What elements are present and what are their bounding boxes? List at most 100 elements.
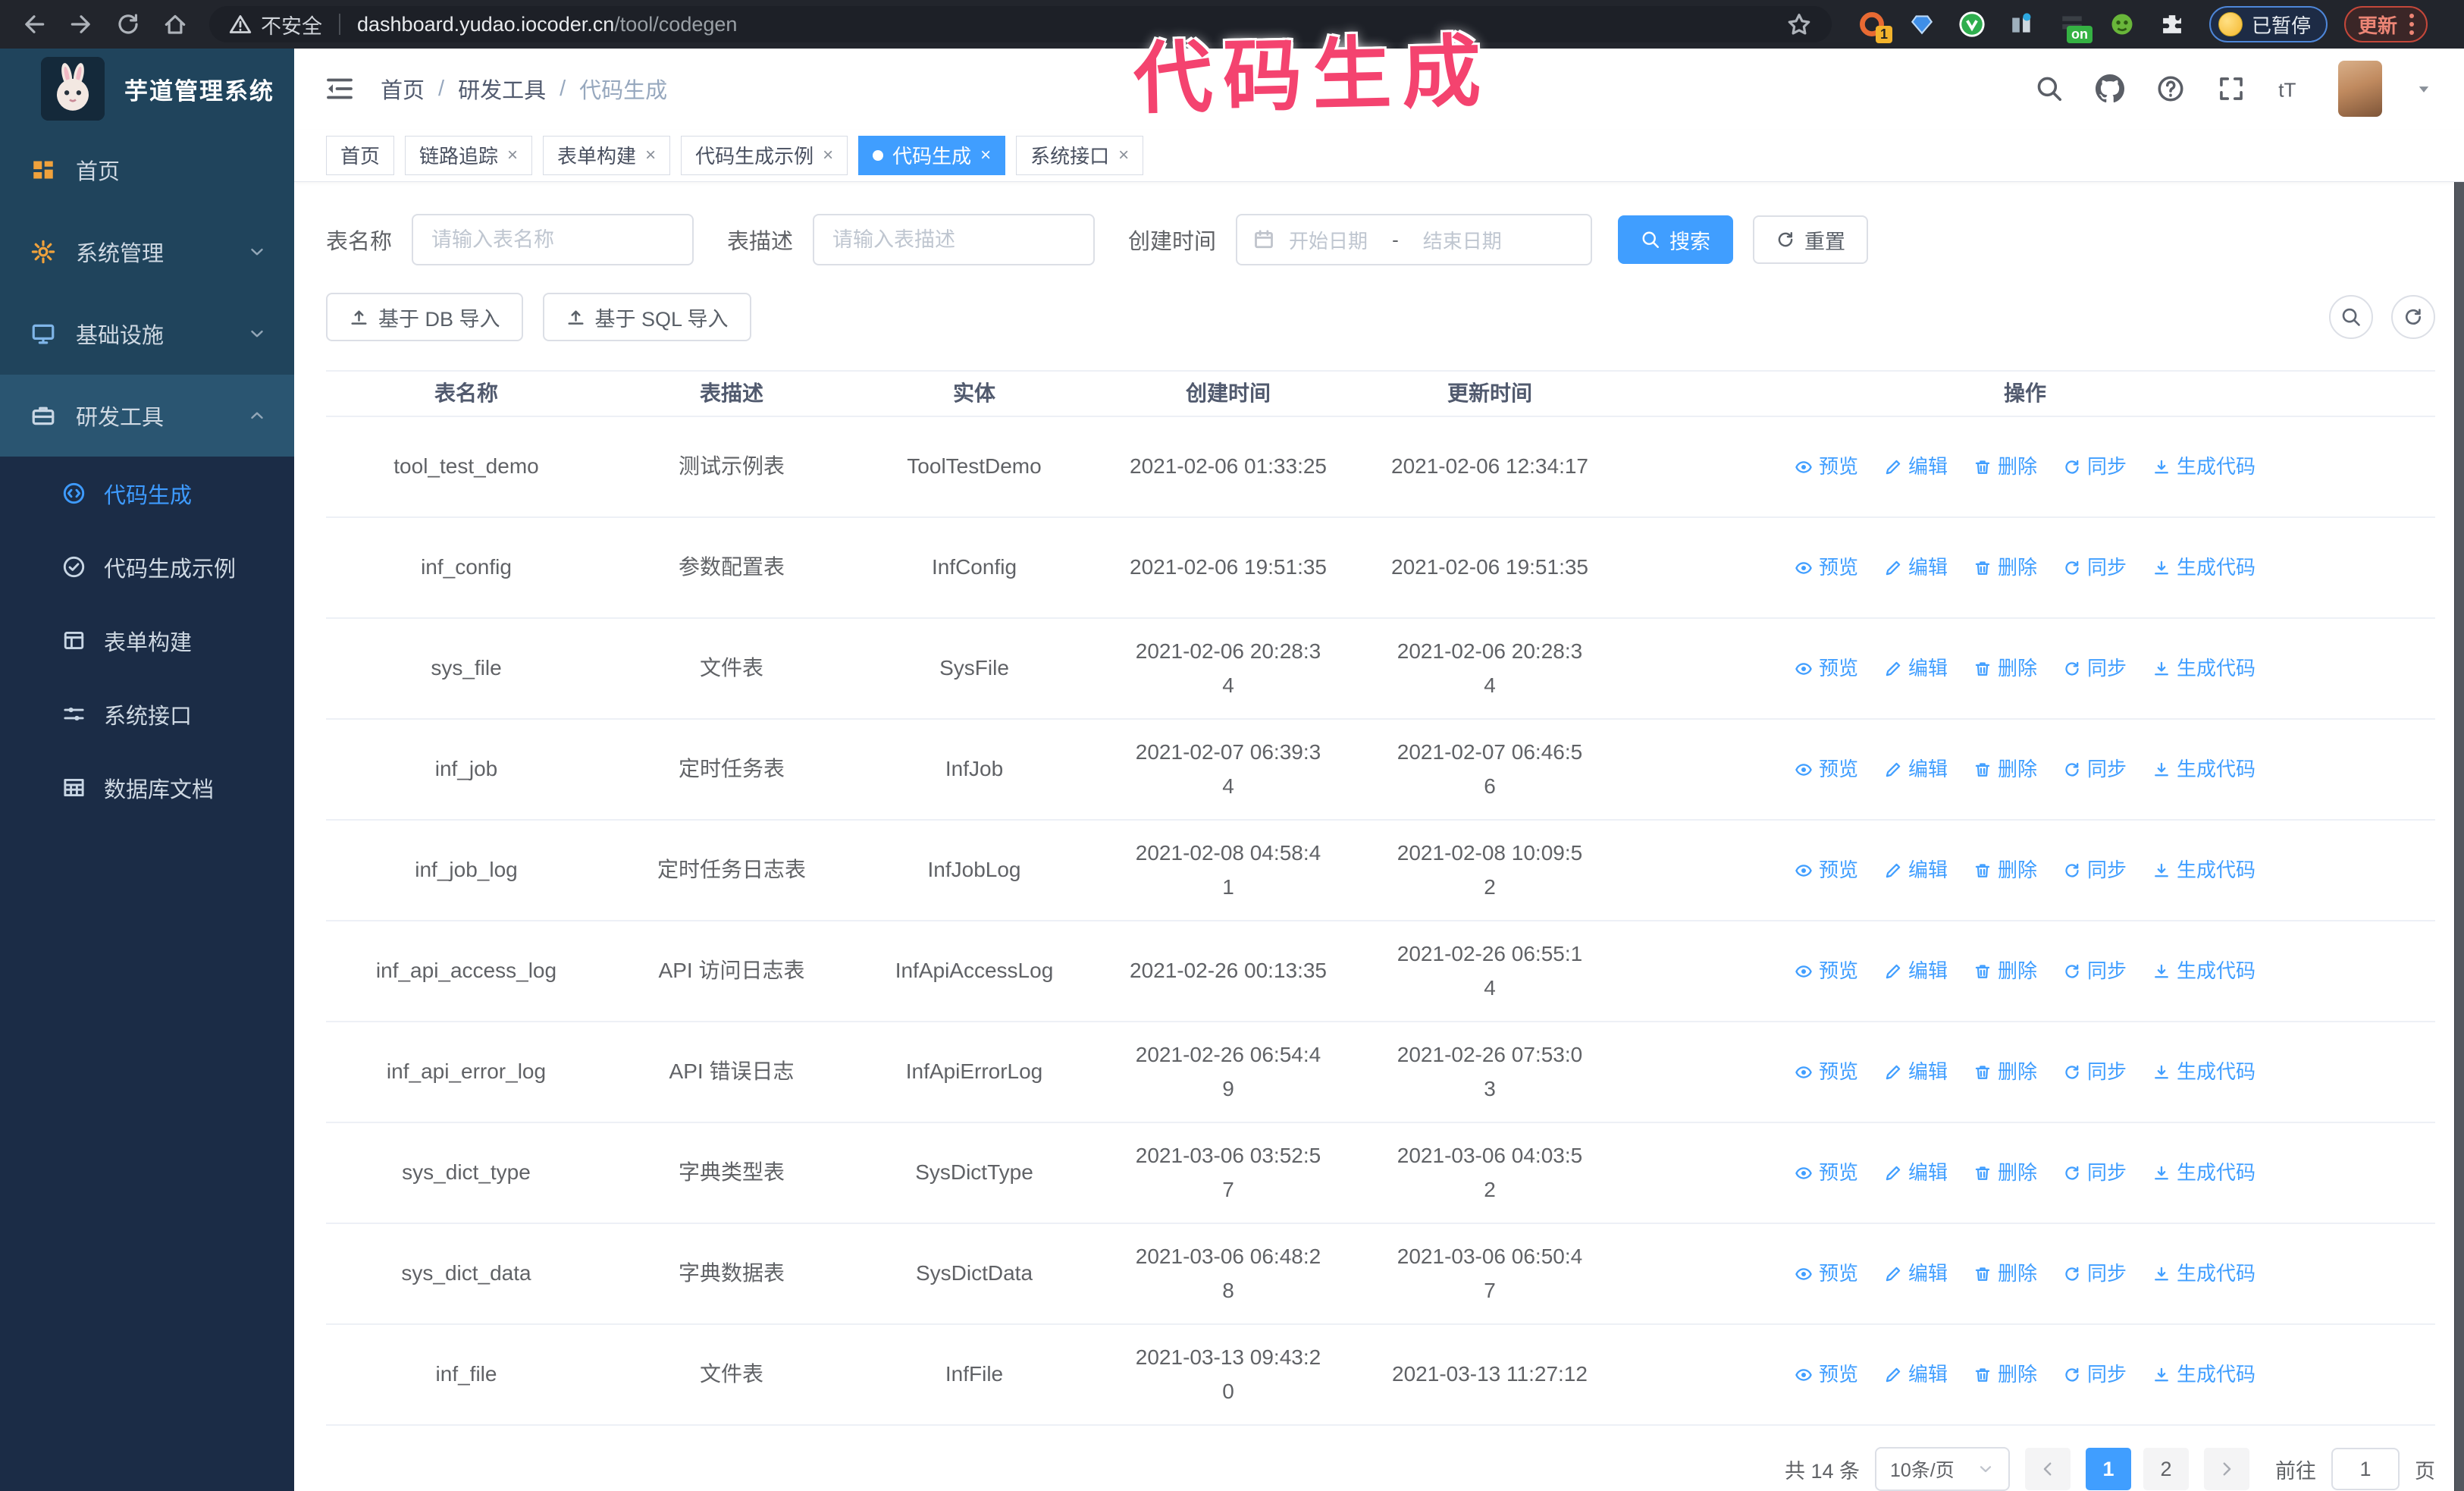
action-sync-link[interactable]: 同步 bbox=[2063, 1359, 2127, 1391]
sidebar-item-dashboard[interactable]: 首页 bbox=[0, 129, 294, 211]
action-sync-link[interactable]: 同步 bbox=[2063, 451, 2127, 483]
action-download-link[interactable]: 生成代码 bbox=[2152, 653, 2256, 685]
extensions-puzzle-icon[interactable] bbox=[2158, 10, 2187, 39]
submenu-item-dbdoc[interactable]: 数据库文档 bbox=[0, 751, 294, 824]
action-eye-link[interactable]: 预览 bbox=[1795, 552, 1858, 584]
tab-close-icon[interactable]: × bbox=[823, 145, 833, 166]
action-sync-link[interactable]: 同步 bbox=[2063, 855, 2127, 887]
action-download-link[interactable]: 生成代码 bbox=[2152, 1157, 2256, 1189]
action-sync-link[interactable]: 同步 bbox=[2063, 552, 2127, 584]
action-delete-link[interactable]: 删除 bbox=[1973, 1056, 2037, 1088]
action-sync-link[interactable]: 同步 bbox=[2063, 1258, 2127, 1290]
tab-close-icon[interactable]: × bbox=[980, 145, 991, 166]
action-edit-link[interactable]: 编辑 bbox=[1884, 1056, 1948, 1088]
next-page-button[interactable] bbox=[2204, 1448, 2249, 1490]
action-eye-link[interactable]: 预览 bbox=[1795, 754, 1858, 786]
submenu-item-api[interactable]: 系统接口 bbox=[0, 677, 294, 751]
browser-back-icon[interactable] bbox=[17, 7, 52, 42]
action-sync-link[interactable]: 同步 bbox=[2063, 956, 2127, 987]
browser-home-icon[interactable] bbox=[158, 7, 193, 42]
tab-close-icon[interactable]: × bbox=[1118, 145, 1129, 166]
action-eye-link[interactable]: 预览 bbox=[1795, 956, 1858, 987]
page-button-2[interactable]: 2 bbox=[2143, 1448, 2189, 1490]
date-range-picker[interactable]: 开始日期 - 结束日期 bbox=[1236, 214, 1593, 265]
address-bar[interactable]: 不安全 dashboard.yudao.iocoder.cn/tool/code… bbox=[209, 6, 1832, 42]
action-eye-link[interactable]: 预览 bbox=[1795, 451, 1858, 483]
breadcrumb-home[interactable]: 首页 bbox=[381, 73, 425, 105]
browser-menu-kebab-icon[interactable] bbox=[2409, 14, 2415, 35]
action-download-link[interactable]: 生成代码 bbox=[2152, 1359, 2256, 1391]
action-delete-link[interactable]: 删除 bbox=[1973, 956, 2037, 987]
paused-chip[interactable]: 已暂停 bbox=[2209, 6, 2328, 42]
action-download-link[interactable]: 生成代码 bbox=[2152, 1258, 2256, 1290]
action-delete-link[interactable]: 删除 bbox=[1973, 855, 2037, 887]
extension-orange-ring-icon[interactable]: 1 bbox=[1857, 10, 1892, 43]
extension-gem-icon[interactable] bbox=[1908, 10, 1936, 39]
font-size-icon[interactable]: tT bbox=[2277, 74, 2306, 103]
extension-proxy-icon[interactable]: on bbox=[2058, 10, 2093, 43]
action-edit-link[interactable]: 编辑 bbox=[1884, 653, 1948, 685]
fullscreen-icon[interactable] bbox=[2217, 74, 2246, 103]
action-delete-link[interactable]: 删除 bbox=[1973, 653, 2037, 685]
action-delete-link[interactable]: 删除 bbox=[1973, 1258, 2037, 1290]
action-edit-link[interactable]: 编辑 bbox=[1884, 1157, 1948, 1189]
breadcrumb-tools[interactable]: 研发工具 bbox=[458, 73, 546, 105]
db-import-button[interactable]: 基于 DB 导入 bbox=[326, 293, 523, 341]
search-icon[interactable] bbox=[2035, 74, 2064, 103]
action-delete-link[interactable]: 删除 bbox=[1973, 451, 2037, 483]
browser-forward-icon[interactable] bbox=[64, 7, 99, 42]
action-download-link[interactable]: 生成代码 bbox=[2152, 754, 2256, 786]
table-name-input[interactable] bbox=[412, 214, 694, 265]
page-button-1[interactable]: 1 bbox=[2086, 1448, 2131, 1490]
tab-首页[interactable]: 首页 bbox=[326, 135, 395, 175]
action-download-link[interactable]: 生成代码 bbox=[2152, 855, 2256, 887]
action-edit-link[interactable]: 编辑 bbox=[1884, 956, 1948, 987]
browser-update-button[interactable]: 更新 bbox=[2344, 6, 2428, 42]
tab-表单构建[interactable]: 表单构建 × bbox=[543, 135, 671, 175]
toggle-search-icon[interactable] bbox=[2329, 295, 2373, 339]
extension-columns-icon[interactable] bbox=[2008, 10, 2036, 39]
extension-monkey-icon[interactable] bbox=[2108, 10, 2136, 39]
tab-代码生成示例[interactable]: 代码生成示例 × bbox=[681, 135, 848, 175]
action-sync-link[interactable]: 同步 bbox=[2063, 754, 2127, 786]
sidebar-item-gear[interactable]: 系统管理 bbox=[0, 211, 294, 293]
action-eye-link[interactable]: 预览 bbox=[1795, 1056, 1858, 1088]
table-desc-input[interactable] bbox=[813, 214, 1096, 265]
goto-page-input[interactable] bbox=[2331, 1448, 2400, 1490]
hamburger-icon[interactable] bbox=[324, 74, 355, 104]
sql-import-button[interactable]: 基于 SQL 导入 bbox=[542, 293, 751, 341]
submenu-item-example[interactable]: 代码生成示例 bbox=[0, 530, 294, 604]
user-avatar[interactable] bbox=[2338, 61, 2382, 118]
sidebar-item-tools[interactable]: 研发工具 bbox=[0, 375, 294, 457]
action-delete-link[interactable]: 删除 bbox=[1973, 1359, 2037, 1391]
tab-链路追踪[interactable]: 链路追踪 × bbox=[405, 135, 533, 175]
bookmark-star-icon[interactable] bbox=[1786, 11, 1812, 37]
tab-系统接口[interactable]: 系统接口 × bbox=[1016, 135, 1144, 175]
action-download-link[interactable]: 生成代码 bbox=[2152, 956, 2256, 987]
action-delete-link[interactable]: 删除 bbox=[1973, 754, 2037, 786]
action-download-link[interactable]: 生成代码 bbox=[2152, 552, 2256, 584]
github-icon[interactable] bbox=[2096, 74, 2124, 103]
security-warning[interactable]: 不安全 bbox=[229, 10, 322, 39]
action-download-link[interactable]: 生成代码 bbox=[2152, 1056, 2256, 1088]
tab-close-icon[interactable]: × bbox=[645, 145, 656, 166]
avatar-caret-icon[interactable] bbox=[2414, 79, 2434, 99]
action-edit-link[interactable]: 编辑 bbox=[1884, 1359, 1948, 1391]
action-sync-link[interactable]: 同步 bbox=[2063, 1056, 2127, 1088]
browser-reload-icon[interactable] bbox=[111, 7, 146, 42]
action-edit-link[interactable]: 编辑 bbox=[1884, 754, 1948, 786]
page-size-select[interactable]: 10条/页 bbox=[1875, 1447, 2010, 1491]
submenu-item-code[interactable]: 代码生成 bbox=[0, 457, 294, 530]
prev-page-button[interactable] bbox=[2025, 1448, 2071, 1490]
action-edit-link[interactable]: 编辑 bbox=[1884, 855, 1948, 887]
tab-close-icon[interactable]: × bbox=[507, 145, 518, 166]
action-sync-link[interactable]: 同步 bbox=[2063, 1157, 2127, 1189]
action-sync-link[interactable]: 同步 bbox=[2063, 653, 2127, 685]
refresh-table-icon[interactable] bbox=[2391, 295, 2435, 339]
action-eye-link[interactable]: 预览 bbox=[1795, 1157, 1858, 1189]
submenu-item-form[interactable]: 表单构建 bbox=[0, 604, 294, 677]
action-download-link[interactable]: 生成代码 bbox=[2152, 451, 2256, 483]
action-edit-link[interactable]: 编辑 bbox=[1884, 1258, 1948, 1290]
action-eye-link[interactable]: 预览 bbox=[1795, 855, 1858, 887]
action-eye-link[interactable]: 预览 bbox=[1795, 1359, 1858, 1391]
